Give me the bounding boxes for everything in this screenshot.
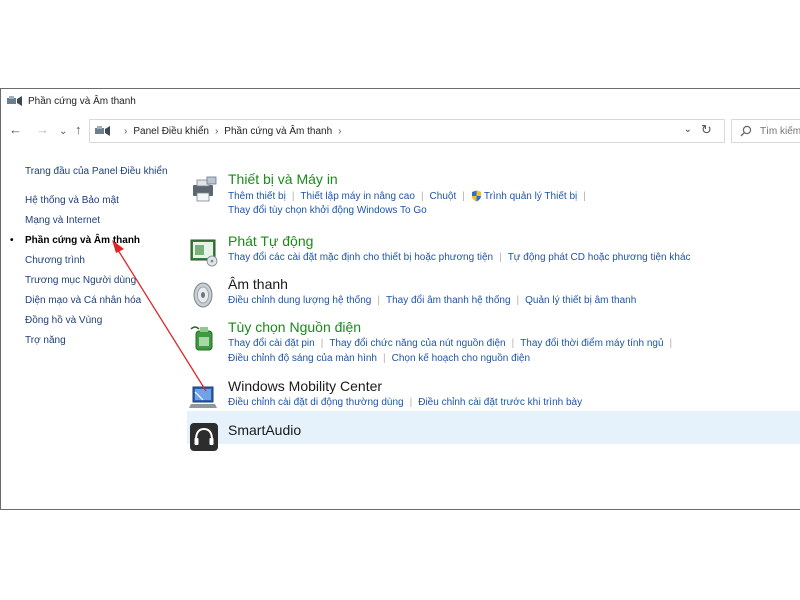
category-title[interactable]: Âm thanh — [228, 276, 288, 292]
address-row: ← → ⌄ ↑ › Panel Điều khiển › Phần cứng v… — [1, 119, 800, 143]
forward-button[interactable]: → — [36, 122, 49, 138]
link-separator: | — [516, 295, 520, 306]
autoplay-icon — [190, 239, 218, 267]
search-icon — [740, 125, 752, 137]
link-row: Thêm thiết bị | Thiết lập máy in nâng ca… — [228, 190, 592, 202]
link-row: Thay đổi cài đặt pin | Thay đổi chức năn… — [228, 338, 678, 349]
sidebar-item-network-internet[interactable]: Mạng và Internet — [25, 214, 100, 228]
address-bar[interactable]: › Panel Điều khiển › Phần cứng và Âm tha… — [89, 119, 725, 143]
sidebar-item-label: Phần cứng và Âm thanh — [25, 235, 141, 246]
link-separator: | — [383, 353, 386, 364]
hardware-sound-icon — [7, 96, 22, 106]
audio-devices-link[interactable]: Quản lý thiết bị âm thanh — [525, 295, 636, 306]
system-sounds-link[interactable]: Thay đổi âm thanh hệ thống — [386, 295, 511, 306]
link-row: Điều chỉnh dung lượng hệ thống | Thay đổ… — [228, 295, 636, 306]
sidebar-item-user-accounts[interactable]: Trương mục Người dùng — [25, 274, 136, 288]
breadcrumb-separator-icon[interactable]: › — [124, 126, 127, 137]
hardware-sound-icon — [95, 126, 110, 136]
autoplay-cd-link[interactable]: Tự động phát CD hoặc phương tiện khác — [508, 252, 691, 263]
link-separator: | — [377, 295, 380, 306]
headphones-icon — [190, 423, 218, 451]
category-title[interactable]: Tùy chọn Nguồn điện — [228, 319, 361, 335]
windows-to-go-link[interactable]: Thay đổi tùy chọn khởi động Windows To G… — [228, 205, 427, 216]
title-bar: Phần cứng và Âm thanh — [1, 89, 800, 113]
search-input[interactable] — [760, 125, 800, 137]
sidebar-item-system-security[interactable]: Hệ thống và Bảo mật — [25, 194, 119, 208]
power-options-icon — [190, 326, 213, 351]
mouse-link[interactable]: Chuột — [430, 191, 457, 202]
sidebar-item-appearance[interactable]: Diện mạo và Cá nhân hóa — [25, 294, 141, 308]
address-dropdown-icon[interactable]: ⌄ — [684, 124, 692, 135]
refresh-button[interactable]: ↻ — [701, 122, 712, 138]
screen-brightness-link[interactable]: Điều chỉnh độ sáng của màn hình — [228, 353, 377, 364]
link-separator: | — [291, 190, 295, 202]
link-separator: | — [499, 252, 502, 263]
sidebar-item-programs[interactable]: Chương trình — [25, 254, 85, 268]
speaker-icon — [193, 282, 213, 308]
breadcrumb-separator-icon[interactable]: › — [215, 126, 218, 137]
power-plan-link[interactable]: Chọn kế hoạch cho nguồn điện — [392, 353, 530, 364]
back-button[interactable]: ← — [9, 122, 22, 138]
breadcrumb-separator-icon[interactable]: › — [338, 126, 341, 137]
search-box[interactable] — [731, 119, 800, 143]
sleep-time-link[interactable]: Thay đổi thời điểm máy tính ngủ — [520, 338, 663, 349]
printer-icon — [193, 176, 217, 202]
link-separator: | — [420, 190, 424, 202]
up-button[interactable]: ↑ — [75, 122, 82, 138]
breadcrumb-hardware-sound[interactable]: Phần cứng và Âm thanh — [224, 126, 332, 137]
presentation-settings-link[interactable]: Điều chỉnh cài đặt trước khi trình bày — [418, 397, 582, 408]
uac-shield-icon — [471, 190, 481, 202]
category-title[interactable]: Windows Mobility Center — [228, 378, 382, 394]
autoplay-defaults-link[interactable]: Thay đổi các cài đặt mặc định cho thiết … — [228, 252, 493, 263]
link-row: Điều chỉnh độ sáng của màn hình | Chọn k… — [228, 353, 530, 364]
active-bullet-icon: • — [10, 235, 14, 246]
system-volume-link[interactable]: Điều chỉnh dung lượng hệ thống — [228, 295, 371, 306]
power-button-link[interactable]: Thay đổi chức năng của nút nguồn điện — [329, 338, 505, 349]
mobility-center-icon — [189, 386, 217, 408]
category-title[interactable]: Thiết bị và Máy in — [228, 171, 338, 187]
breadcrumb-control-panel[interactable]: Panel Điều khiển — [133, 126, 209, 137]
category-title[interactable]: Phát Tự động — [228, 233, 313, 249]
link-row: Thay đổi các cài đặt mặc định cho thiết … — [228, 252, 691, 263]
link-separator: | — [462, 190, 465, 202]
link-row: Thay đổi tùy chọn khởi động Windows To G… — [228, 205, 427, 216]
category-title[interactable]: SmartAudio — [228, 422, 301, 438]
battery-settings-link[interactable]: Thay đổi cài đặt pin — [228, 338, 315, 349]
sidebar-item-ease-of-access[interactable]: Trợ năng — [25, 334, 66, 348]
link-separator: | — [669, 338, 673, 349]
add-device-link[interactable]: Thêm thiết bị — [228, 191, 286, 202]
link-separator: | — [409, 397, 413, 408]
link-separator: | — [320, 338, 324, 349]
advanced-printer-setup-link[interactable]: Thiết lập máy in nâng cao — [300, 191, 415, 202]
link-row: Điều chỉnh cài đặt di động thường dùng |… — [228, 397, 582, 408]
link-separator: | — [583, 190, 586, 202]
device-manager-link[interactable]: Trình quản lý Thiết bị — [484, 191, 577, 202]
mobility-settings-link[interactable]: Điều chỉnh cài đặt di động thường dùng — [228, 397, 404, 408]
window-title: Phần cứng và Âm thanh — [28, 95, 136, 107]
recent-locations-button[interactable]: ⌄ — [59, 124, 67, 140]
sidebar-item-clock-region[interactable]: Đồng hồ và Vùng — [25, 314, 102, 328]
link-separator: | — [511, 338, 515, 349]
sidebar-item-hardware-sound[interactable]: • Phần cứng và Âm thanh — [10, 234, 141, 248]
sidebar-item-control-panel-home[interactable]: Trang đầu của Panel Điều khiển — [25, 165, 168, 179]
control-panel-window: Phần cứng và Âm thanh ← → ⌄ ↑ › Panel Đi… — [0, 88, 800, 510]
